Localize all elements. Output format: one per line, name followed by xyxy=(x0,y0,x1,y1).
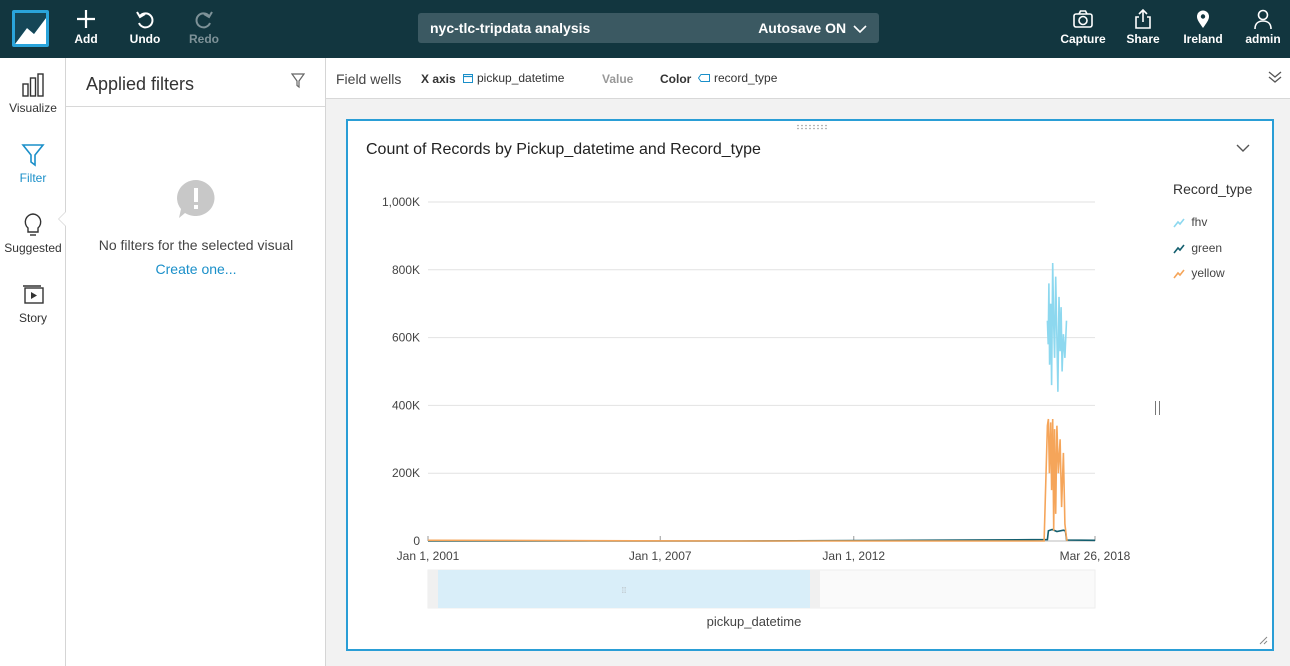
create-filter-link[interactable]: Create one... xyxy=(66,261,326,277)
legend-label-fhv: fhv xyxy=(1191,215,1208,229)
chart-gridlines xyxy=(428,201,1095,542)
undo-label: Undo xyxy=(129,32,161,46)
resize-grip-icon[interactable] xyxy=(1258,635,1268,645)
x-axis-well-label: X axis xyxy=(421,72,456,86)
nav-item-suggested[interactable]: Suggested xyxy=(0,212,66,255)
y-tick-label: 600K xyxy=(392,331,420,345)
camera-icon xyxy=(1073,10,1093,28)
undo-button[interactable]: Undo xyxy=(126,8,164,52)
nav-label-suggested: Suggested xyxy=(4,241,62,255)
location-pin-icon xyxy=(1197,10,1209,28)
filters-empty-state: No filters for the selected visual Creat… xyxy=(66,178,326,277)
story-icon xyxy=(23,285,44,304)
nav-item-visualize[interactable]: Visualize xyxy=(0,72,66,115)
double-chevron-down-icon[interactable] xyxy=(1268,70,1282,84)
range-left-handle[interactable] xyxy=(428,570,438,608)
nav-item-filter[interactable]: Filter xyxy=(0,142,66,185)
analysis-title-box[interactable]: nyc-tlc-tripdata analysis Autosave ON xyxy=(418,13,879,43)
x-axis-field[interactable]: pickup_datetime xyxy=(477,71,564,85)
user-icon xyxy=(1254,9,1272,30)
capture-button[interactable]: Capture xyxy=(1060,8,1106,52)
y-axis-ticks: 0 200K 400K 600K 800K 1,000K xyxy=(382,195,420,548)
top-toolbar: Add Undo Redo nyc-tlc-tripdata analysis … xyxy=(0,0,1290,58)
y-tick-label: 200K xyxy=(392,466,420,480)
line-swatch-icon xyxy=(1173,218,1185,228)
series-line-fhv xyxy=(1046,262,1068,392)
dimension-tag-icon xyxy=(698,74,710,82)
add-button[interactable]: Add xyxy=(70,8,102,52)
line-swatch-icon xyxy=(1173,269,1185,279)
undo-icon xyxy=(136,11,154,29)
capture-label: Capture xyxy=(1060,32,1106,46)
left-nav: Visualize Filter Suggested Story xyxy=(0,58,67,666)
filter-panel-header: Applied filters xyxy=(66,58,325,107)
nav-label-story: Story xyxy=(18,311,47,325)
nav-item-story[interactable]: Story xyxy=(0,282,66,325)
redo-label: Redo xyxy=(189,32,219,46)
alert-bubble-icon xyxy=(177,180,215,218)
x-tick-label: Jan 1, 2007 xyxy=(629,549,692,563)
legend-item-green[interactable]: green xyxy=(1173,241,1222,255)
color-field[interactable]: record_type xyxy=(714,71,777,85)
x-tick-label: Jan 1, 2012 xyxy=(822,549,885,563)
region-label: Ireland xyxy=(1183,32,1223,46)
legend-resize-handle[interactable] xyxy=(1155,401,1160,415)
y-tick-label: 0 xyxy=(413,534,420,548)
series-line-green xyxy=(428,528,1096,542)
value-well-label[interactable]: Value xyxy=(602,72,633,86)
range-navigator[interactable]: ⁞⁞ xyxy=(427,569,1096,609)
legend-item-yellow[interactable]: yellow xyxy=(1173,266,1225,280)
redo-icon xyxy=(195,11,213,29)
calendar-icon xyxy=(463,74,473,83)
line-chart[interactable]: 0 200K 400K 600K 800K 1,000K Jan 1, 2001 Jan 1… xyxy=(348,121,1272,649)
line-chart-visual[interactable]: Count of Records by Pickup_datetime and … xyxy=(346,119,1274,651)
user-menu-button[interactable]: admin xyxy=(1243,8,1283,52)
legend-item-fhv[interactable]: fhv xyxy=(1173,215,1207,229)
y-tick-label: 1,000K xyxy=(382,195,420,209)
add-label: Add xyxy=(74,32,98,46)
autosave-label: Autosave ON xyxy=(758,20,847,36)
color-well-label: Color xyxy=(660,72,692,86)
share-label: Share xyxy=(1126,32,1160,46)
filter-panel: Applied filters No filters for the selec… xyxy=(66,58,326,666)
add-filter-funnel-icon[interactable] xyxy=(291,73,305,89)
range-grip: ⁞⁞ xyxy=(622,586,626,595)
share-button[interactable]: Share xyxy=(1125,8,1161,52)
filter-panel-title: Applied filters xyxy=(86,74,195,94)
x-axis-title: pickup_datetime xyxy=(707,614,802,629)
nav-label-visualize: Visualize xyxy=(9,101,57,115)
chevron-down-icon xyxy=(853,25,867,34)
share-icon xyxy=(1135,8,1151,29)
user-label: admin xyxy=(1245,32,1281,46)
bar-chart-icon xyxy=(22,73,44,97)
x-tick-label: Jan 1, 2001 xyxy=(397,549,460,563)
analysis-name[interactable]: nyc-tlc-tripdata analysis xyxy=(430,20,590,36)
line-swatch-icon xyxy=(1173,244,1185,254)
nav-label-filter: Filter xyxy=(19,171,47,185)
legend-label-yellow: yellow xyxy=(1191,266,1225,280)
y-tick-label: 800K xyxy=(392,263,420,277)
region-button[interactable]: Ireland xyxy=(1182,8,1224,52)
range-right-handle[interactable] xyxy=(810,570,820,608)
y-tick-label: 400K xyxy=(392,398,420,412)
chart-series xyxy=(427,262,1096,542)
series-line-yellow xyxy=(427,418,1068,542)
legend-label-green: green xyxy=(1191,241,1223,255)
field-wells-label: Field wells xyxy=(336,71,402,87)
x-tick-label: Mar 26, 2018 xyxy=(1060,549,1131,563)
legend-title: Record_type xyxy=(1173,181,1253,197)
funnel-icon xyxy=(21,144,45,167)
plus-icon xyxy=(77,10,95,28)
field-wells-bar[interactable]: Field wells X axis pickup_datetime Value… xyxy=(326,58,1290,99)
redo-button[interactable]: Redo xyxy=(186,8,222,52)
autosave-toggle[interactable]: Autosave ON xyxy=(758,20,867,36)
quicksight-logo-icon[interactable] xyxy=(12,10,49,47)
empty-filters-message: No filters for the selected visual xyxy=(98,237,294,253)
lightbulb-icon xyxy=(24,213,42,236)
